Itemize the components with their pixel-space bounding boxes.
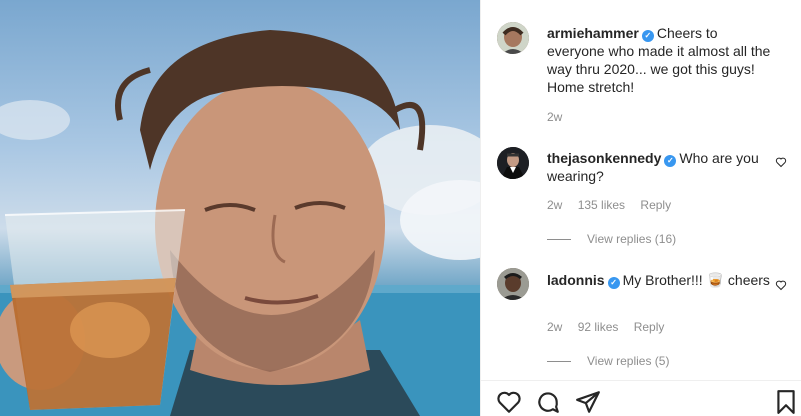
comment-likes[interactable]: 92 likes (578, 320, 619, 334)
caption-time[interactable]: 2w (547, 110, 562, 124)
heart-icon[interactable] (775, 156, 787, 168)
post-photo[interactable] (0, 0, 480, 416)
reply-button[interactable]: Reply (634, 320, 665, 334)
share-icon[interactable] (575, 389, 601, 415)
view-replies-button[interactable]: View replies (5) (547, 354, 669, 368)
heart-icon[interactable] (775, 279, 787, 291)
post-caption: armiehammer ✓ Cheers to everyone who made … (547, 24, 771, 96)
comment-avatar-image (497, 268, 529, 300)
comment-text: My Brother!!! 🥃 cheers (622, 272, 770, 288)
view-replies-button[interactable]: View replies (16) (547, 232, 676, 246)
author-username[interactable]: armiehammer (547, 25, 639, 41)
author-avatar[interactable] (497, 22, 529, 54)
comment-time[interactable]: 2w (547, 320, 562, 334)
reply-divider (547, 360, 571, 362)
comment-avatar-image (497, 147, 529, 179)
comment-text-row: thejasonkennedy ✓ Who are you wearing? (547, 149, 771, 185)
comment-text-row: ladonnis ✓ My Brother!!! 🥃 cheers (547, 271, 771, 289)
comment-username[interactable]: ladonnis (547, 272, 605, 288)
verified-badge-icon: ✓ (664, 155, 677, 167)
view-replies-label: View replies (5) (587, 354, 670, 368)
comment-icon[interactable] (535, 389, 561, 415)
verified-badge-icon: ✓ (641, 30, 654, 42)
view-replies-label: View replies (16) (587, 232, 677, 246)
comment-avatar[interactable] (497, 147, 529, 179)
heart-icon[interactable] (496, 389, 522, 415)
comment-meta: 2w 135 likes Reply (547, 198, 683, 212)
comment-username[interactable]: thejasonkennedy (547, 150, 661, 166)
author-avatar-image (497, 22, 529, 54)
comment-avatar[interactable] (497, 268, 529, 300)
photo-illustration (0, 30, 480, 416)
caption-meta: 2w (547, 110, 574, 124)
reply-button[interactable]: Reply (640, 198, 671, 212)
reply-divider (547, 238, 571, 240)
comment-time[interactable]: 2w (547, 198, 562, 212)
comment-likes[interactable]: 135 likes (578, 198, 625, 212)
comments-panel: armiehammer ✓ Cheers to everyone who made … (480, 0, 801, 416)
bookmark-icon[interactable] (773, 389, 799, 415)
comment-meta: 2w 92 likes Reply (547, 320, 676, 334)
post-actions-bar (480, 380, 801, 416)
verified-badge-icon: ✓ (607, 277, 620, 289)
